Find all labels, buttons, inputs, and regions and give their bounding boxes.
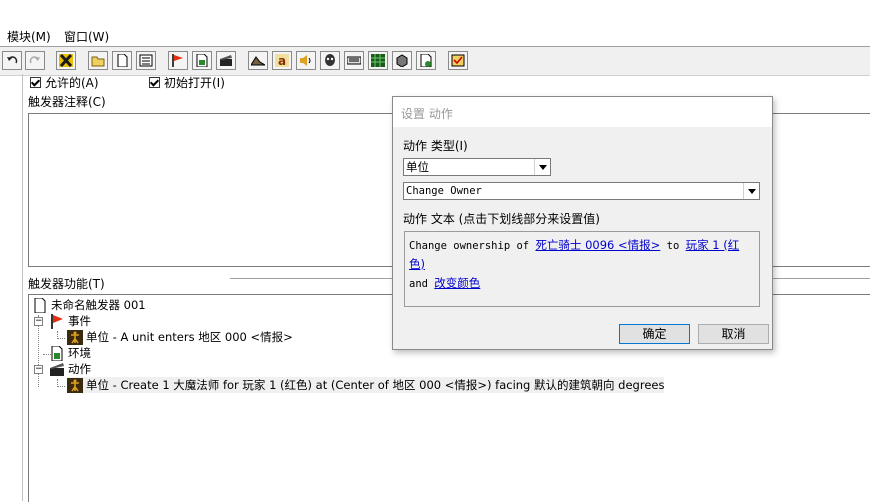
clapper-icon xyxy=(50,362,64,376)
checklist-button[interactable] xyxy=(448,51,468,70)
unit-icon xyxy=(325,54,335,66)
ok-button[interactable]: 确定 xyxy=(619,324,690,344)
allowed-checkbox-row[interactable]: 允许的(A) xyxy=(30,74,99,90)
tree-action-item-label: 单位 - Create 1 大魔法师 for 玩家 1 (红色) at (Cen… xyxy=(86,378,665,392)
svg-text:a: a xyxy=(278,54,286,67)
cube-icon xyxy=(396,54,408,67)
grid-button[interactable] xyxy=(368,51,388,70)
clapper-icon xyxy=(220,55,232,66)
terrain-button[interactable] xyxy=(248,51,268,70)
text-a-icon: a xyxy=(275,54,289,67)
terrain-icon xyxy=(251,56,265,66)
new-button[interactable] xyxy=(112,51,132,70)
comment-label: 触发器注释(C) xyxy=(28,95,106,109)
chevron-down-icon[interactable] xyxy=(743,183,759,199)
collapse-events-toggle[interactable]: − xyxy=(34,317,43,326)
page-icon xyxy=(420,54,432,67)
list-icon xyxy=(139,54,153,67)
open-folder-icon xyxy=(91,56,105,67)
flag-icon xyxy=(172,54,183,67)
initially-on-checkbox-row[interactable]: 初始打开(I) xyxy=(149,74,225,90)
object-button[interactable] xyxy=(392,51,412,70)
action-value: Change Owner xyxy=(406,185,482,197)
new-document-icon xyxy=(117,54,128,67)
page-button[interactable] xyxy=(416,51,436,70)
menu-window[interactable]: 窗口(W) xyxy=(64,28,109,45)
left-panel-border xyxy=(22,74,23,501)
allowed-checkbox[interactable] xyxy=(30,76,41,88)
sound-button[interactable] xyxy=(296,51,316,70)
tree-root[interactable]: 未命名触发器 001 xyxy=(32,297,146,313)
action-select[interactable]: Change Owner xyxy=(403,182,760,200)
redo-icon xyxy=(29,56,40,64)
dialog-titlebar[interactable]: 设置 动作 xyxy=(393,97,772,127)
action-text-label: 动作 文本 (点击下划线部分来设置值) xyxy=(403,212,600,226)
checklist-icon xyxy=(451,54,465,67)
dialog-title: 设置 动作 xyxy=(401,107,453,121)
document-icon xyxy=(34,297,46,313)
tree-actions[interactable]: 动作 xyxy=(49,361,91,377)
chevron-down-icon[interactable] xyxy=(534,159,550,175)
list-button[interactable] xyxy=(136,51,156,70)
keyboard-button[interactable] xyxy=(344,51,364,70)
tree-event-item[interactable]: 单位 - A unit enters 地区 000 <情报> xyxy=(67,329,293,345)
undo-icon xyxy=(7,56,18,64)
unit-icon xyxy=(67,377,83,393)
tree-guide xyxy=(57,338,65,339)
unit-button[interactable] xyxy=(320,51,340,70)
change-color-link[interactable]: 改变颜色 xyxy=(434,276,480,290)
event-button[interactable] xyxy=(168,51,188,70)
action-text-box: Change ownership of 死亡骑士 0096 <情报> to 玩家… xyxy=(404,231,760,307)
set-action-dialog: 设置 动作 动作 类型(I) 单位 Change Owner 动作 文本 (点击… xyxy=(392,96,773,350)
tree-events[interactable]: 事件 xyxy=(49,313,91,329)
condition-icon xyxy=(51,345,63,361)
tree-events-label: 事件 xyxy=(68,314,91,328)
action-category-value: 单位 xyxy=(406,160,429,174)
flag-icon xyxy=(51,313,63,329)
toolbar: a xyxy=(0,46,870,76)
sound-icon xyxy=(300,55,311,66)
text-to: to xyxy=(660,240,686,252)
initially-on-label: 初始打开(I) xyxy=(164,75,225,90)
tree-guide xyxy=(57,386,65,387)
text-prefix: Change ownership of xyxy=(409,240,536,252)
open-button[interactable] xyxy=(88,51,108,70)
action-button[interactable] xyxy=(216,51,236,70)
keyboard-icon xyxy=(347,56,361,65)
tree-conditions[interactable]: 环境 xyxy=(49,345,91,361)
cancel-button[interactable]: 取消 xyxy=(698,324,769,344)
delete-button[interactable] xyxy=(56,51,76,70)
undo-button[interactable] xyxy=(2,51,22,70)
menu-bar: 模块(M) 窗口(W) xyxy=(0,26,870,46)
condition-button[interactable] xyxy=(192,51,212,70)
tree-conditions-label: 环境 xyxy=(68,346,91,360)
tree-root-label: 未命名触发器 001 xyxy=(51,298,146,312)
export-icon xyxy=(196,54,208,67)
text-button[interactable]: a xyxy=(272,51,292,70)
collapse-actions-toggle[interactable]: − xyxy=(34,365,43,374)
unit-link[interactable]: 死亡骑士 0096 <情报> xyxy=(535,238,660,252)
action-type-label: 动作 类型(I) xyxy=(403,139,468,153)
tree-event-item-label: 单位 - A unit enters 地区 000 <情报> xyxy=(86,330,293,344)
grid-icon xyxy=(371,54,385,67)
menu-module[interactable]: 模块(M) xyxy=(7,28,51,45)
redo-button[interactable] xyxy=(25,51,45,70)
tree-action-item[interactable]: 单位 - Create 1 大魔法师 for 玩家 1 (红色) at (Cen… xyxy=(67,377,665,393)
functions-label: 触发器功能(T) xyxy=(28,277,105,291)
unit-icon xyxy=(67,329,83,345)
tree-actions-label: 动作 xyxy=(68,362,91,376)
initially-on-checkbox[interactable] xyxy=(149,76,160,88)
text-and: and xyxy=(409,278,435,290)
allowed-label: 允许的(A) xyxy=(45,75,99,90)
action-category-select[interactable]: 单位 xyxy=(403,158,551,176)
delete-icon xyxy=(59,54,73,67)
